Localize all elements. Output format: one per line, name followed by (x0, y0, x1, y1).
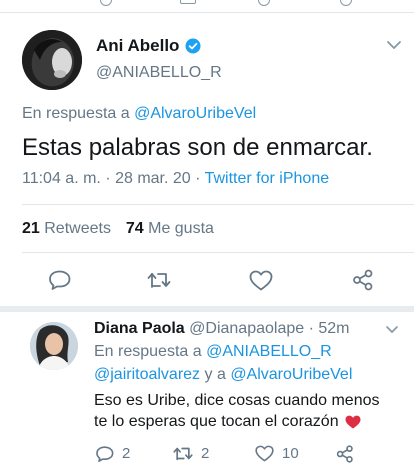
thread-separator (0, 306, 414, 312)
tweet-meta: 11:04 a. m. · 28 mar. 20 · Twitter for i… (22, 170, 329, 188)
reply-text-line-1: Eso es Uribe, dice cosas cuando menos (94, 392, 380, 409)
divider (22, 252, 414, 253)
reply-author-handle[interactable]: @Dianapaolape (189, 320, 304, 337)
retweet-icon[interactable] (173, 446, 193, 461)
reply-user-link[interactable]: @ANIABELLO_R (206, 343, 332, 360)
retweet-icon[interactable] (147, 271, 171, 289)
avatar-image (22, 30, 82, 90)
reply-user-link[interactable]: @AlvaroUribeVel (230, 366, 352, 383)
like-action[interactable]: 10 (255, 445, 299, 462)
reply-count: 2 (122, 445, 131, 462)
reply-text-line-2: te lo esperas que tocan el corazón (94, 413, 339, 430)
retweets-count: 21 (22, 220, 40, 237)
likes-count: 74 (125, 220, 144, 237)
like-count: 10 (282, 445, 299, 462)
reply-prefix: En respuesta a (22, 105, 130, 122)
divider (22, 204, 414, 205)
divider (0, 12, 414, 13)
author-handle[interactable]: @ANIABELLO_R (96, 64, 222, 82)
share-icon[interactable] (352, 269, 374, 291)
reply-time: · 52m (308, 320, 350, 337)
previous-tweet-actions (0, 0, 414, 12)
reply-header: Diana Paola @Dianapaolape · 52m (94, 320, 350, 338)
reply-context: En respuesta a @AlvaroUribeVel (22, 105, 256, 123)
reply-context: En respuesta a @ANIABELLO_R (94, 343, 332, 361)
retweet-action[interactable]: 2 (173, 445, 209, 462)
reply-user-link[interactable]: @jairitoalvarez (94, 366, 200, 383)
reply-icon[interactable] (49, 270, 71, 290)
reply-to-link[interactable]: @AlvaroUribeVel (134, 105, 256, 122)
reply-joiner: y a (204, 366, 226, 383)
reply-avatar-image (30, 322, 78, 370)
reply-text-line-2-row: te lo esperas que tocan el corazón (94, 413, 361, 431)
heart-icon[interactable] (255, 445, 274, 462)
reply-action[interactable]: 2 (96, 445, 130, 462)
reply-author-name[interactable]: Diana Paola (94, 320, 185, 337)
red-heart-emoji (345, 415, 361, 429)
author-name[interactable]: Ani Abello (96, 36, 179, 56)
share-icon[interactable] (336, 445, 354, 463)
retweet-count: 2 (201, 445, 210, 462)
reply-avatar[interactable] (30, 322, 78, 370)
retweets-stat[interactable]: 21 Retweets (22, 220, 115, 237)
engagement-stats: 21 Retweets 74 Me gusta (22, 220, 214, 238)
heart-icon[interactable] (249, 270, 273, 291)
reply-context-line-2: @jairitoalvarez y a @AlvaroUribeVel (94, 366, 352, 384)
tweet-time: 11:04 a. m. · 28 mar. 20 · (22, 170, 201, 187)
avatar[interactable] (22, 30, 82, 90)
likes-label: Me gusta (148, 220, 214, 237)
retweets-label: Retweets (44, 220, 111, 237)
tweet-source-link[interactable]: Twitter for iPhone (205, 170, 330, 187)
tweet-text: Estas palabras son de enmarcar. (22, 134, 373, 161)
reply-icon[interactable] (96, 445, 114, 462)
likes-stat[interactable]: 74 Me gusta (126, 220, 214, 237)
chevron-down-icon[interactable] (386, 40, 402, 50)
chevron-down-icon[interactable] (385, 325, 399, 334)
reply-prefix: En respuesta a (94, 343, 202, 360)
verified-badge-icon (185, 38, 201, 54)
